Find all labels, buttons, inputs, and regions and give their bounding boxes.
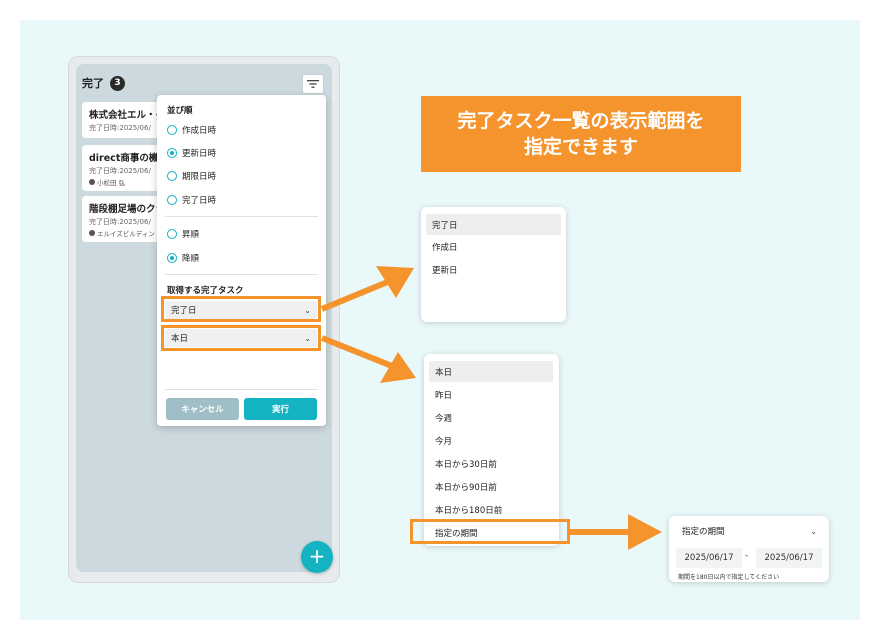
- radio-sort-updated[interactable]: 更新日時: [167, 147, 216, 159]
- divider: [165, 389, 318, 390]
- cancel-button[interactable]: キャンセル: [166, 398, 239, 420]
- highlight-custom-range: [410, 519, 570, 544]
- filter-button[interactable]: [302, 74, 324, 94]
- end-date-input[interactable]: 2025/06/17: [756, 548, 822, 568]
- range-option[interactable]: 本日から180日前: [429, 499, 553, 520]
- chevron-down-icon: ⌄: [810, 526, 817, 536]
- range-option[interactable]: 昨日: [429, 384, 553, 405]
- range-note: 期間を180日以内で指定してください: [678, 574, 780, 581]
- radio-sort-created[interactable]: 作成日時: [167, 124, 216, 136]
- callout-line1: 完了タスク一覧の表示範囲を: [457, 110, 705, 132]
- divider: [165, 216, 318, 217]
- radio-sort-due[interactable]: 期限日時: [167, 170, 216, 182]
- add-task-button[interactable]: +: [301, 541, 333, 573]
- execute-button[interactable]: 実行: [244, 398, 317, 420]
- basis-option[interactable]: 作成日: [426, 236, 561, 257]
- radio-circle-icon: [167, 171, 177, 181]
- radio-selected-icon: [167, 253, 177, 263]
- radio-selected-icon: [167, 148, 177, 158]
- basis-option[interactable]: 完了日: [426, 214, 561, 235]
- highlight-range: [161, 325, 321, 351]
- range-option[interactable]: 今週: [429, 407, 553, 428]
- range-option[interactable]: 今月: [429, 430, 553, 451]
- range-option[interactable]: 本日: [429, 361, 553, 382]
- user-icon: [89, 179, 95, 185]
- date-separator: -: [745, 551, 749, 561]
- radio-sort-completed[interactable]: 完了日時: [167, 194, 216, 206]
- card-user-name: 小松田 弘: [97, 179, 126, 187]
- radio-label: 作成日時: [182, 126, 217, 136]
- filter-icon: [307, 80, 319, 88]
- column-title: 完了: [82, 77, 104, 90]
- column-header: 完了 3: [82, 74, 125, 92]
- radio-label: 更新日時: [182, 149, 217, 159]
- basis-option[interactable]: 更新日: [426, 259, 561, 280]
- radio-order-asc[interactable]: 昇順: [167, 228, 199, 240]
- highlight-basis: [161, 296, 321, 322]
- fetch-heading: 取得する完了タスク: [167, 286, 244, 296]
- card-user-name: エルイズビルディン: [97, 230, 155, 238]
- radio-label: 昇順: [182, 230, 200, 240]
- count-badge: 3: [110, 75, 125, 91]
- basis-options-panel: 完了日 作成日 更新日: [421, 207, 566, 322]
- divider: [165, 274, 318, 275]
- radio-order-desc[interactable]: 降順: [167, 252, 199, 264]
- range-option[interactable]: 本日から90日前: [429, 476, 553, 497]
- radio-label: 完了日時: [182, 196, 217, 206]
- radio-circle-icon: [167, 229, 177, 239]
- callout-banner: 完了タスク一覧の表示範囲を 指定できます: [421, 96, 741, 172]
- radio-circle-icon: [167, 125, 177, 135]
- start-date-input[interactable]: 2025/06/17: [676, 548, 742, 568]
- range-options-panel: 本日 昨日 今週 今月 本日から30日前 本日から90日前 本日から180日前 …: [424, 354, 559, 546]
- radio-label: 期限日時: [182, 172, 217, 182]
- radio-circle-icon: [167, 195, 177, 205]
- user-icon: [89, 230, 95, 236]
- custom-range-label: 指定の期間: [682, 527, 725, 537]
- sort-filter-popup: 並び順 作成日時 更新日時 期限日時 完了日時 昇順 降順 取得する完了タスク: [157, 95, 326, 426]
- radio-label: 降順: [182, 254, 200, 264]
- callout-line2: 指定できます: [523, 136, 638, 158]
- range-option[interactable]: 本日から30日前: [429, 453, 553, 474]
- custom-range-select[interactable]: 指定の期間 ⌄: [676, 521, 823, 541]
- sort-heading: 並び順: [167, 106, 193, 116]
